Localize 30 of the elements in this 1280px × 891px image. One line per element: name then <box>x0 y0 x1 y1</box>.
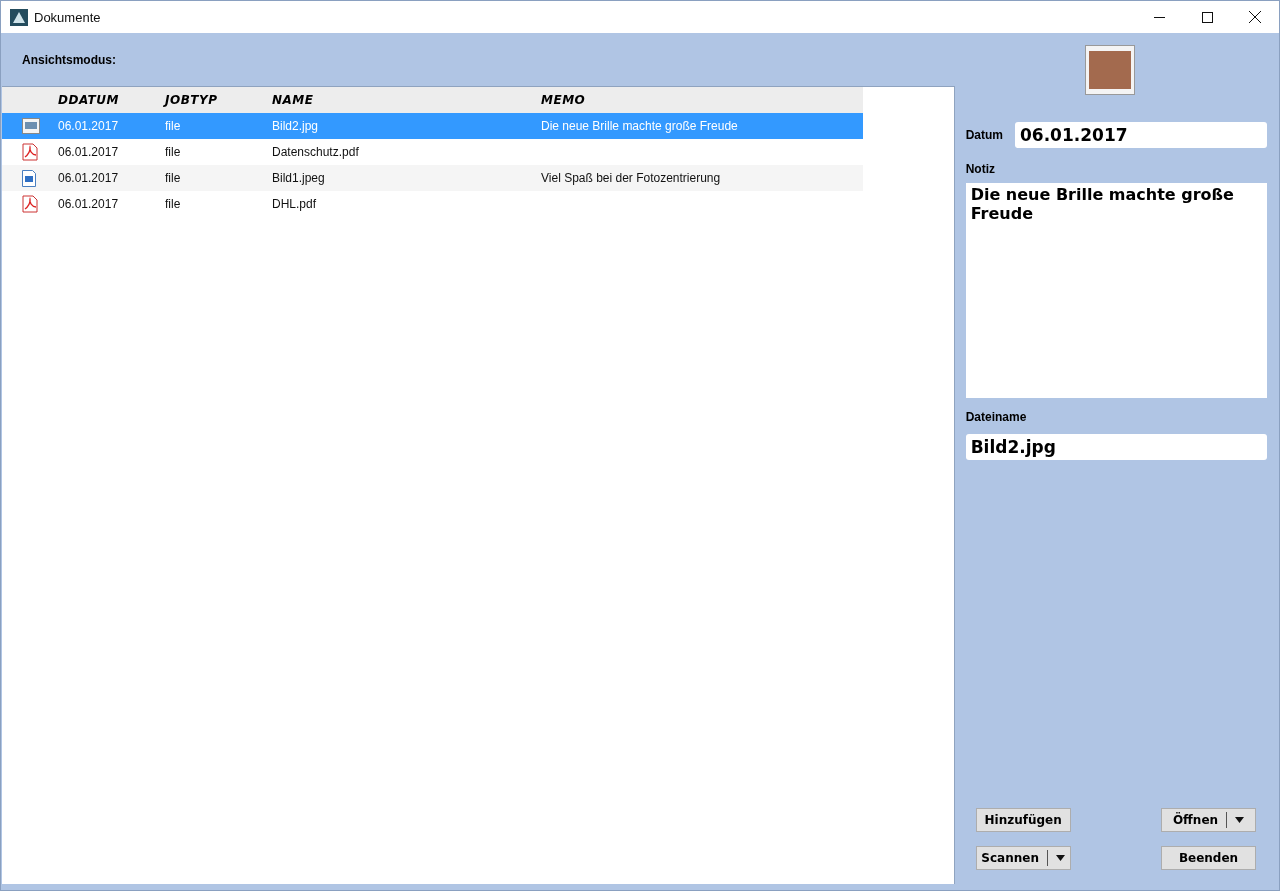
split-button[interactable]: Öffnen <box>1161 808 1256 832</box>
pdf-file-icon <box>22 143 38 161</box>
date-field[interactable]: 06.01.2017 <box>1015 122 1267 148</box>
maximize-icon <box>1201 11 1213 23</box>
date-label: Datum <box>965 128 1003 142</box>
view-mode-label: Ansichtsmodus: <box>22 53 117 67</box>
caret-icon <box>1235 817 1245 823</box>
table-cell[interactable]: Bild1.jpeg <box>272 165 541 191</box>
filename-label: Dateiname <box>965 410 1028 424</box>
column-header[interactable]: NAME <box>272 87 541 113</box>
image-file-icon <box>22 169 36 187</box>
table-cell[interactable]: Viel Spaß bei der Fotozentrierung <box>541 165 863 191</box>
action-button[interactable]: Hinzufügen <box>975 808 1071 832</box>
caret-icon <box>1055 855 1065 861</box>
table-cell[interactable]: file <box>165 165 272 191</box>
column-header[interactable]: JOBTYP <box>165 87 272 113</box>
window-title: Dokumente <box>34 9 102 25</box>
close-icon <box>1249 11 1261 23</box>
action-button[interactable]: Beenden <box>1161 846 1256 870</box>
picture-file-icon <box>22 118 40 134</box>
note-label: Notiz <box>965 162 996 176</box>
app-logo-icon <box>10 8 28 26</box>
split-button[interactable]: Scannen <box>975 846 1071 870</box>
column-header[interactable]: MEMO <box>541 87 863 113</box>
minimize-icon <box>1153 16 1165 18</box>
photo-placeholder <box>1089 51 1132 89</box>
pdf-file-icon <box>22 195 38 213</box>
filename-field[interactable]: Bild2.jpg <box>965 434 1267 460</box>
note-field[interactable]: Die neue Brille machte große Freude <box>965 183 1267 398</box>
table-cell[interactable]: 06.01.2017 <box>58 165 165 191</box>
